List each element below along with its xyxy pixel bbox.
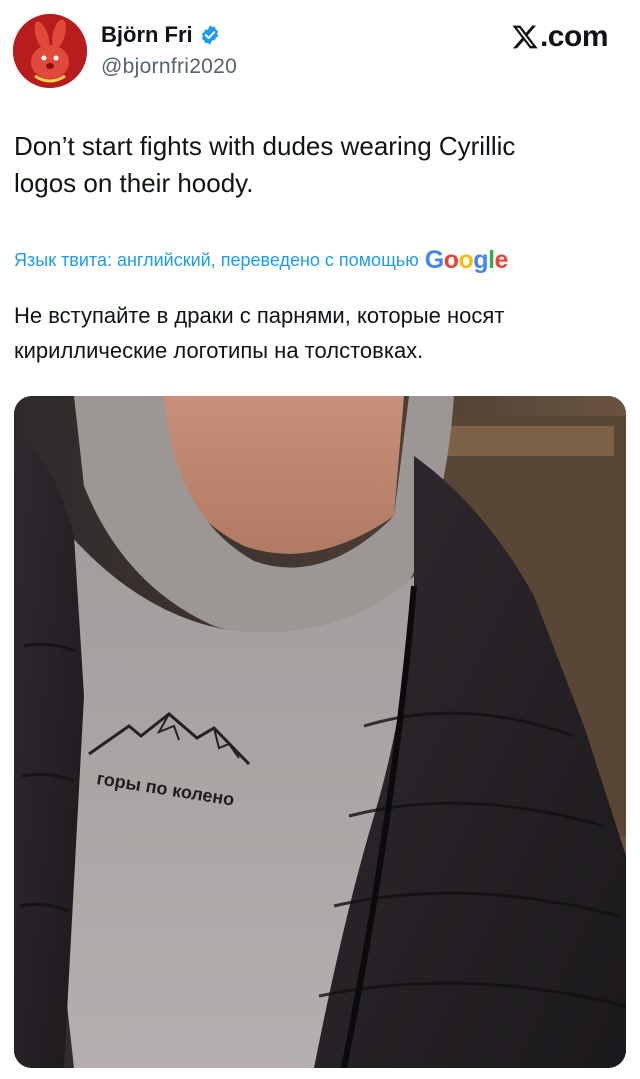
tweet-photo[interactable]: горы по колено	[14, 396, 626, 1068]
hoodie-photo-image: горы по колено	[14, 396, 626, 1068]
author-name-row[interactable]: Björn Fri	[101, 22, 221, 48]
x-brand: .com	[511, 20, 609, 54]
author-handle[interactable]: @bjornfri2020	[101, 55, 237, 79]
verified-badge-icon	[201, 25, 218, 45]
translated-text: Не вступайте в драки с парнями, которые …	[14, 303, 505, 363]
translation-note[interactable]: Язык твита: английский, переведено с пом…	[14, 250, 419, 271]
rabbit-avatar-image	[13, 14, 87, 88]
translation-notice[interactable]: Язык твита: английский, переведено с пом…	[14, 246, 508, 275]
brand-label: .com	[539, 20, 609, 53]
google-logo: Google	[424, 246, 509, 274]
x-logo-icon	[512, 25, 538, 49]
author-avatar[interactable]	[13, 14, 87, 88]
author-name[interactable]: Björn Fri	[101, 22, 193, 48]
tweet-text: Don’t start fights with dudes wearing Cy…	[14, 131, 516, 198]
